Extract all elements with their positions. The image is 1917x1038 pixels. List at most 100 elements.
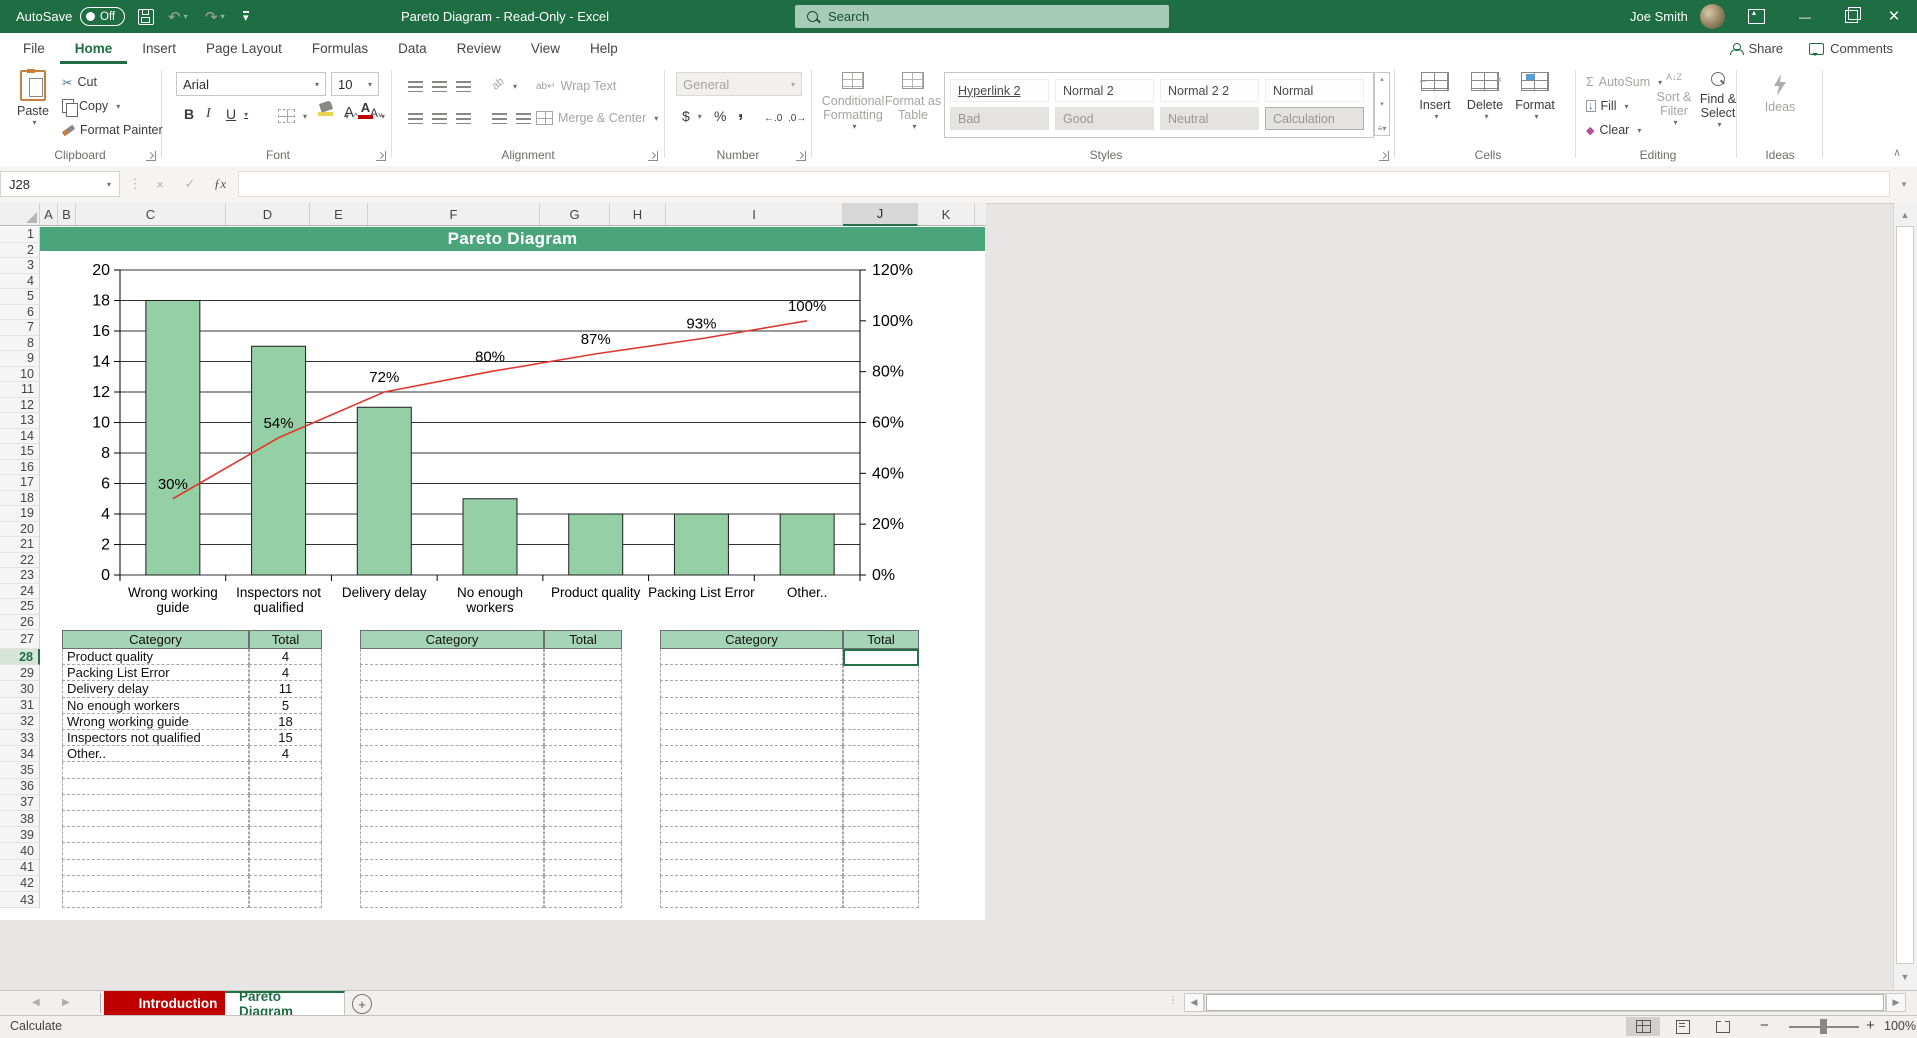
font-size-select[interactable]: 10▾ [331, 72, 379, 96]
row-header-38[interactable]: 38 [0, 811, 40, 827]
table-2-category-cell[interactable] [360, 876, 544, 892]
table-3-total-cell[interactable] [843, 827, 919, 843]
style-item[interactable]: Hyperlink 2 [950, 79, 1049, 102]
row-header-19[interactable]: 19 [0, 506, 40, 522]
table-3-total-cell[interactable] [843, 795, 919, 811]
column-header-A[interactable]: A [40, 203, 58, 226]
row-header-18[interactable]: 18 [0, 491, 40, 507]
style-item[interactable]: Calculation [1265, 107, 1364, 130]
sort-filter-button[interactable]: A↓Z Sort & Filter▾ [1652, 72, 1696, 127]
table-2-total-cell[interactable] [544, 665, 622, 681]
format-as-table-button[interactable]: Format as Table▾ [886, 72, 940, 131]
table-2-total-cell[interactable] [544, 681, 622, 697]
format-cells-button[interactable]: Format▾ [1512, 72, 1558, 121]
table-3-category-cell[interactable] [660, 827, 843, 843]
table-1-total-cell[interactable] [249, 779, 322, 795]
table-2-total-cell[interactable] [544, 730, 622, 746]
row-header-33[interactable]: 33 [0, 730, 40, 746]
number-dialog-launcher[interactable] [796, 151, 806, 161]
zoom-out-button[interactable]: − [1760, 1017, 1769, 1034]
sheet-nav-left[interactable]: ◀ [32, 990, 40, 1015]
undo-button[interactable]: ↶▾ [168, 0, 188, 33]
row-header-31[interactable]: 31 [0, 698, 40, 714]
selected-cell-J28[interactable] [843, 649, 919, 666]
comments-button[interactable]: Comments [1809, 41, 1893, 56]
table-3-category-cell[interactable] [660, 860, 843, 876]
table-1-total-cell[interactable] [249, 860, 322, 876]
row-header-14[interactable]: 14 [0, 429, 40, 445]
align-right-button[interactable] [456, 108, 471, 128]
scroll-right-button[interactable]: ▶ [1886, 993, 1906, 1012]
row-header-16[interactable]: 16 [0, 460, 40, 476]
table-2-total-cell[interactable] [544, 698, 622, 714]
table-1-total-cell[interactable] [249, 843, 322, 859]
styles-dialog-launcher[interactable] [1379, 151, 1389, 161]
table-2-category-cell[interactable] [360, 762, 544, 778]
table-3-total-cell[interactable] [843, 860, 919, 876]
row-header-1[interactable]: 1 [0, 227, 40, 243]
row-header-17[interactable]: 17 [0, 475, 40, 491]
row-header-41[interactable]: 41 [0, 860, 40, 876]
autosum-button[interactable]: ΣAutoSum▾ [1586, 72, 1662, 92]
align-left-button[interactable] [408, 108, 423, 128]
ribbon-tab-formulas[interactable]: Formulas [297, 33, 383, 64]
conditional-formatting-button[interactable]: Conditional Formatting▾ [822, 72, 884, 131]
column-header-J[interactable]: J [843, 203, 918, 226]
style-item[interactable]: Normal 2 [1055, 79, 1154, 102]
row-header-5[interactable]: 5 [0, 289, 40, 305]
number-format-select[interactable]: General▾ [676, 72, 802, 96]
column-header-L[interactable]: L [975, 203, 986, 226]
table-2-total-cell[interactable] [544, 843, 622, 859]
row-header-8[interactable]: 8 [0, 336, 40, 352]
comma-style-button[interactable]: , [738, 102, 743, 122]
row-header-37[interactable]: 37 [0, 795, 40, 811]
format-painter-button[interactable]: Format Painter [62, 120, 163, 140]
paste-button[interactable]: Paste▾ [10, 70, 56, 127]
table-3-total-cell[interactable] [843, 892, 919, 908]
table-2-total-cell[interactable] [544, 714, 622, 730]
tab-split-handle[interactable]: ⋮ [1168, 995, 1174, 1011]
styles-gallery-scroll[interactable]: ▴▾≡▾ [1374, 72, 1390, 136]
row-header-43[interactable]: 43 [0, 892, 40, 908]
align-middle-button[interactable] [432, 76, 447, 96]
row-header-34[interactable]: 34 [0, 746, 40, 762]
close-button[interactable]: × [1871, 0, 1917, 33]
row-header-6[interactable]: 6 [0, 305, 40, 321]
table-1-total-cell[interactable]: 11 [249, 681, 322, 697]
column-header-K[interactable]: K [918, 203, 975, 226]
vertical-scroll-thumb[interactable] [1896, 226, 1914, 964]
row-header-15[interactable]: 15 [0, 444, 40, 460]
table-3-category-cell[interactable] [660, 779, 843, 795]
customize-qat-button[interactable]: ▾ [243, 0, 249, 33]
table-3-total-cell[interactable] [843, 681, 919, 697]
ribbon-tab-data[interactable]: Data [383, 33, 442, 64]
collapse-ribbon-button[interactable]: ∧ [1893, 146, 1901, 159]
clipboard-dialog-launcher[interactable] [146, 151, 156, 161]
row-header-30[interactable]: 30 [0, 681, 40, 697]
table-1-total-cell[interactable] [249, 762, 322, 778]
align-top-button[interactable] [408, 76, 423, 96]
enter-button[interactable]: ✓ [178, 171, 202, 197]
table-2-category-cell[interactable] [360, 665, 544, 681]
table-1-category-cell[interactable]: Wrong working guide [62, 714, 249, 730]
table-2-category-cell[interactable] [360, 811, 544, 827]
style-item[interactable]: Neutral [1160, 107, 1259, 130]
accounting-format-button[interactable]: $▾ [682, 106, 702, 126]
table-2-total-cell[interactable] [544, 892, 622, 908]
table-1-category-cell[interactable]: Product quality [62, 649, 249, 665]
column-header-I[interactable]: I [666, 203, 843, 226]
row-header-3[interactable]: 3 [0, 258, 40, 274]
pareto-chart[interactable]: 024681012141618200%20%40%60%80%100%120%3… [40, 251, 985, 623]
table-3-total-cell[interactable] [843, 762, 919, 778]
table-3-category-cell[interactable] [660, 730, 843, 746]
zoom-slider-thumb[interactable] [1820, 1019, 1827, 1034]
ribbon-tab-review[interactable]: Review [442, 33, 516, 64]
column-header-B[interactable]: B [58, 203, 76, 226]
scroll-up-button[interactable]: ▲ [1896, 206, 1914, 224]
table-2-category-cell[interactable] [360, 730, 544, 746]
table-1-total-cell[interactable] [249, 876, 322, 892]
fill-color-caret[interactable]: ▾ [342, 106, 349, 126]
table-1-total-cell[interactable]: 15 [249, 730, 322, 746]
underline-button[interactable]: U▾ [226, 104, 248, 124]
autosave-toggle[interactable]: Off [80, 0, 125, 33]
